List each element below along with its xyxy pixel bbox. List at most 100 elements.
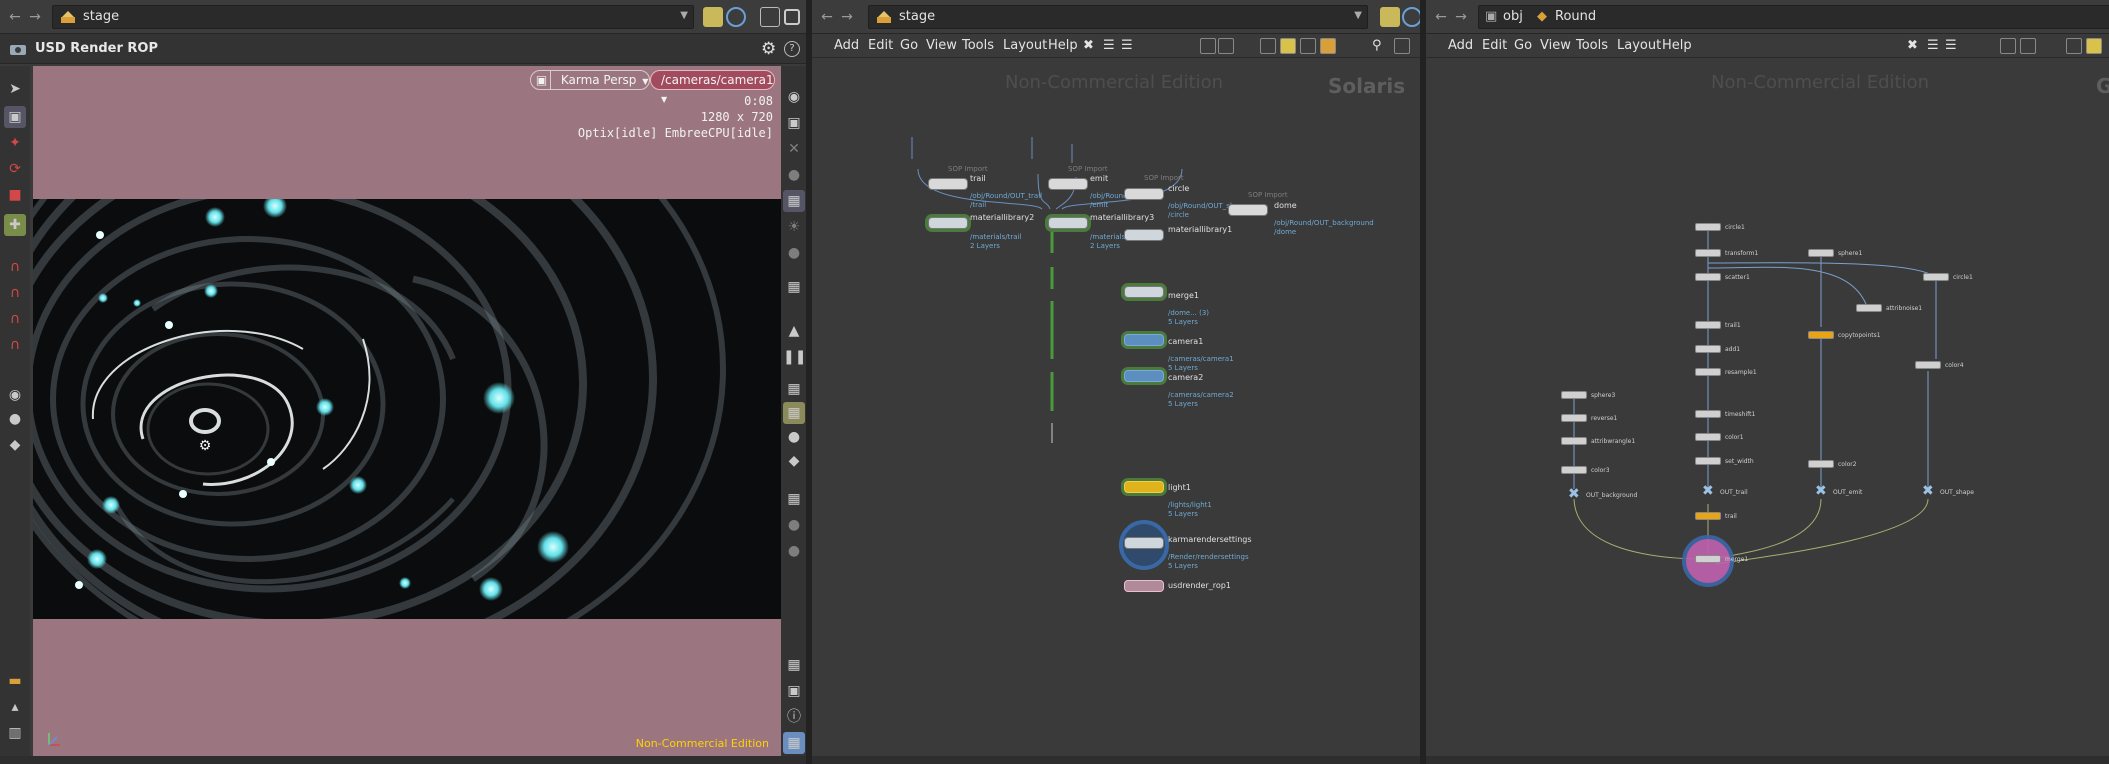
select-arrow-icon[interactable]: ➤ bbox=[4, 78, 26, 100]
node-merge1[interactable] bbox=[1124, 286, 1164, 298]
sop-resample1[interactable] bbox=[1695, 368, 1721, 376]
chevron-down-icon[interactable]: ▼ bbox=[680, 10, 688, 21]
sop-add1[interactable] bbox=[1695, 345, 1721, 353]
render-icon[interactable]: ◆ bbox=[4, 434, 26, 456]
list-icon[interactable]: ☰ bbox=[1945, 38, 1957, 53]
pane-tab-icon[interactable] bbox=[760, 7, 780, 27]
list-view-icon[interactable] bbox=[2020, 38, 2036, 54]
transform-icon[interactable]: ✦ bbox=[4, 132, 26, 154]
sop-circle2[interactable] bbox=[1923, 273, 1949, 281]
network-editor[interactable]: Non-Commercial Edition Solaris SOP Impor… bbox=[812, 59, 1420, 756]
menu-edit[interactable]: Edit bbox=[868, 38, 893, 53]
pose-icon[interactable]: ● bbox=[4, 408, 26, 430]
grid-icon[interactable]: ▦ bbox=[783, 732, 805, 754]
tools-icon[interactable]: ✖ bbox=[1083, 38, 1094, 53]
chevron-down-icon[interactable]: ▼ bbox=[1354, 10, 1362, 21]
back-arrow-icon[interactable]: ← bbox=[818, 7, 836, 27]
node-materiallibrary3[interactable] bbox=[1048, 217, 1088, 229]
geometry-icon[interactable]: ▦ bbox=[783, 378, 805, 400]
flipbook-icon[interactable]: ◆ bbox=[783, 450, 805, 472]
null-icon-shape[interactable]: ✖ bbox=[1922, 483, 1934, 499]
rotate-icon[interactable]: ⟳ bbox=[4, 158, 26, 180]
node-trail[interactable] bbox=[928, 178, 968, 190]
null-icon-trail[interactable]: ✖ bbox=[1702, 483, 1714, 499]
menu-view[interactable]: View bbox=[926, 38, 957, 53]
snap-icon[interactable]: ◉ bbox=[4, 384, 26, 406]
render-region-icon[interactable]: ▣ bbox=[783, 680, 805, 702]
sticky-note-icon[interactable] bbox=[1280, 38, 1296, 54]
back-arrow-icon[interactable]: ← bbox=[6, 7, 24, 27]
menu-layout[interactable]: Layout bbox=[1003, 38, 1047, 53]
shading-icon[interactable]: ▦ bbox=[783, 190, 805, 212]
menu-tools[interactable]: Tools bbox=[962, 38, 994, 53]
sticky-note-icon[interactable] bbox=[2086, 38, 2102, 54]
folder-icon[interactable] bbox=[1320, 38, 1336, 54]
path-field[interactable]: stage ▼ bbox=[868, 5, 1368, 29]
network-box-icon[interactable] bbox=[1260, 38, 1276, 54]
grid-view-icon[interactable] bbox=[1200, 38, 1216, 54]
search-icon[interactable]: ⚲ bbox=[1372, 38, 1382, 53]
link-icon[interactable] bbox=[1402, 7, 1420, 27]
magnet-icon-1[interactable]: ∩ bbox=[4, 256, 26, 278]
sop-reverse1[interactable] bbox=[1561, 414, 1587, 422]
scale-icon[interactable]: ■ bbox=[4, 184, 26, 206]
sop-color2[interactable] bbox=[1808, 460, 1834, 468]
camera-path-button[interactable]: /cameras/camera1 ▼ bbox=[650, 70, 775, 104]
menu-add[interactable]: Add bbox=[834, 38, 859, 53]
sop-sphere1[interactable] bbox=[1808, 249, 1834, 257]
sop-attribnoise1[interactable] bbox=[1856, 304, 1882, 312]
shelf-icon[interactable]: ▴ bbox=[4, 696, 26, 718]
sop-trail1[interactable] bbox=[1695, 321, 1721, 329]
node-karmarendersettings[interactable] bbox=[1124, 537, 1164, 549]
viewport[interactable]: ▣ Karma Persp ▼ /cameras/camera1 ▼ 0:08 … bbox=[33, 66, 781, 758]
sop-attribwrangle1[interactable] bbox=[1561, 437, 1587, 445]
sop-circle1[interactable] bbox=[1695, 223, 1721, 231]
sop-merge1[interactable] bbox=[1695, 555, 1721, 563]
node-camera1[interactable] bbox=[1124, 334, 1164, 346]
close-icon[interactable]: ✕ bbox=[783, 138, 805, 160]
dot-icon[interactable] bbox=[1300, 38, 1316, 54]
camera-icon[interactable]: ▲ bbox=[783, 320, 805, 342]
sop-timeshift1[interactable] bbox=[1695, 410, 1721, 418]
network-editor[interactable]: Non-Commercial Edition G circle1 transfo… bbox=[1426, 59, 2109, 756]
maximize-icon[interactable] bbox=[784, 9, 800, 25]
tree-icon[interactable]: ☰ bbox=[1103, 38, 1115, 53]
node-dome[interactable] bbox=[1228, 204, 1268, 216]
magnet-icon-2[interactable]: ∩ bbox=[4, 282, 26, 304]
sop-color3[interactable] bbox=[1561, 466, 1587, 474]
sop-color4[interactable] bbox=[1915, 361, 1941, 369]
node-camera2[interactable] bbox=[1124, 370, 1164, 382]
node-emit[interactable] bbox=[1048, 178, 1088, 190]
list-icon[interactable]: ☰ bbox=[1121, 38, 1133, 53]
path-field[interactable]: ▣ obj ◆ Round bbox=[1478, 5, 2109, 29]
node-usdrender-rop1[interactable] bbox=[1124, 580, 1164, 592]
desk-icon[interactable]: ▥ bbox=[4, 722, 26, 744]
null-icon-background[interactable]: ✖ bbox=[1568, 486, 1580, 502]
grid-view-icon[interactable] bbox=[2000, 38, 2016, 54]
node-circle[interactable] bbox=[1124, 188, 1164, 200]
help-icon[interactable]: ? bbox=[784, 41, 800, 57]
sop-set-width[interactable] bbox=[1695, 457, 1721, 465]
path-root[interactable]: obj bbox=[1503, 9, 1523, 24]
sop-trail[interactable] bbox=[1695, 512, 1721, 520]
menu-add[interactable]: Add bbox=[1448, 38, 1473, 53]
sop-color1[interactable] bbox=[1695, 433, 1721, 441]
sop-sphere3[interactable] bbox=[1561, 391, 1587, 399]
magnet-icon-3[interactable]: ∩ bbox=[4, 308, 26, 330]
forward-arrow-icon[interactable]: → bbox=[26, 7, 44, 27]
tree-icon[interactable]: ☰ bbox=[1927, 38, 1939, 53]
orb-icon-1[interactable]: ● bbox=[783, 514, 805, 536]
menu-help[interactable]: Help bbox=[1048, 38, 1078, 53]
pin-icon[interactable] bbox=[703, 7, 723, 27]
node-materiallibrary2[interactable] bbox=[928, 217, 968, 229]
background-icon[interactable]: ▦ bbox=[783, 276, 805, 298]
menu-go[interactable]: Go bbox=[1514, 38, 1532, 53]
display-icon[interactable]: ● bbox=[783, 164, 805, 186]
tray-icon[interactable]: ▬ bbox=[4, 670, 26, 692]
list-view-icon[interactable] bbox=[1218, 38, 1234, 54]
menu-edit[interactable]: Edit bbox=[1482, 38, 1507, 53]
info-icon[interactable]: ⓘ bbox=[783, 706, 805, 728]
pause-icon[interactable]: ❚❚ bbox=[783, 346, 806, 368]
bulb-icon[interactable]: ● bbox=[783, 242, 805, 264]
orb-icon-2[interactable]: ● bbox=[783, 540, 805, 562]
